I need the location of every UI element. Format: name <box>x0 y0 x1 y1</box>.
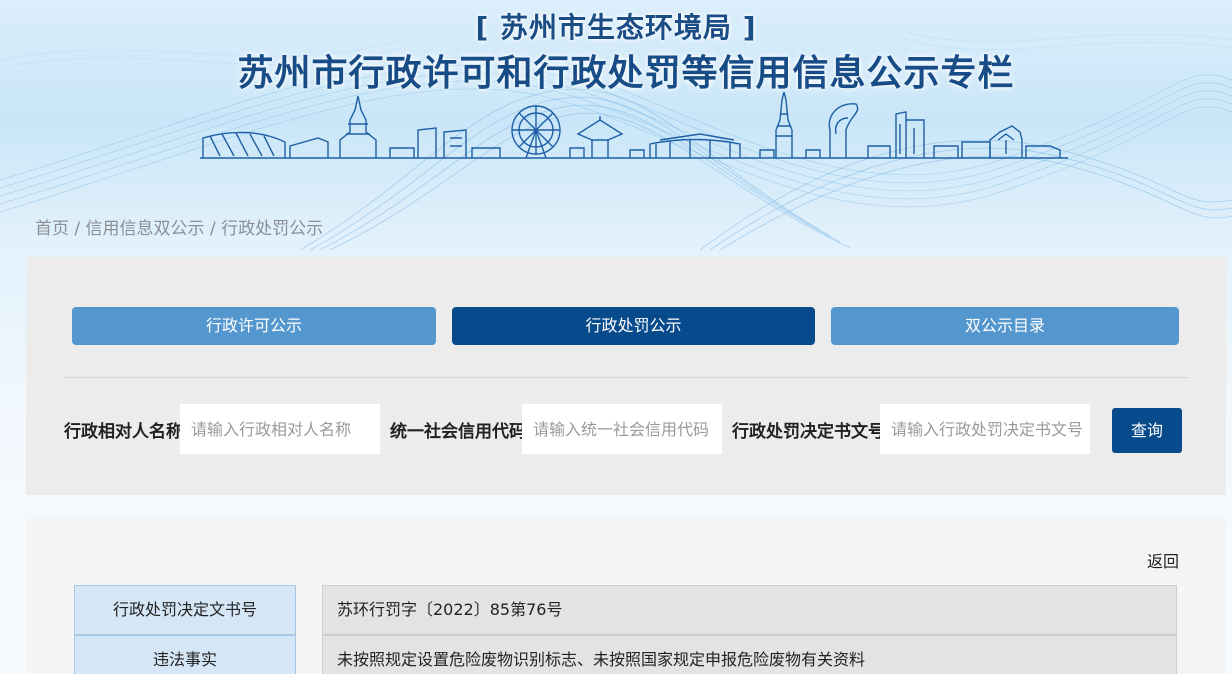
search-panel: 行政许可公示 行政处罚公示 双公示目录 行政相对人名称 统一社会信用代码 行政处… <box>26 257 1226 495</box>
breadcrumb-home[interactable]: 首页 <box>35 219 69 239</box>
tab-admin-license[interactable]: 行政许可公示 <box>72 307 436 345</box>
query-button[interactable]: 查询 <box>1112 408 1182 453</box>
breadcrumb: 首页 / 信用信息双公示 / 行政处罚公示 <box>35 214 323 239</box>
breadcrumb-current: 行政处罚公示 <box>221 219 324 239</box>
page-header: [ 苏州市生态环境局 ] 苏州市行政许可和行政处罚等信用信息公示专栏 <box>0 0 1232 250</box>
tab-admin-penalty[interactable]: 行政处罚公示 <box>452 307 815 345</box>
tab-dual-disclosure-catalog[interactable]: 双公示目录 <box>831 307 1179 345</box>
decision-doc-number-label: 行政处罚决定书文号 <box>732 422 885 442</box>
party-name-label: 行政相对人名称 <box>64 422 183 442</box>
back-link[interactable]: 返回 <box>1147 548 1179 572</box>
detail-panel: 返回 行政处罚决定文书号 苏环行罚字〔2022〕85第76号 违法事实 未按照规… <box>26 517 1226 674</box>
credit-code-label: 统一社会信用代码 <box>390 422 526 442</box>
detail-row-label: 违法事实 <box>74 635 296 674</box>
decision-doc-number-input[interactable] <box>880 404 1090 454</box>
city-skyline-illustration <box>200 91 1068 159</box>
breadcrumb-separator: / <box>69 219 86 239</box>
detail-row-value: 苏环行罚字〔2022〕85第76号 <box>322 585 1177 635</box>
breadcrumb-credit-disclosure[interactable]: 信用信息双公示 <box>86 219 205 239</box>
agency-name: [ 苏州市生态环境局 ] <box>475 11 757 44</box>
detail-row-label: 行政处罚决定文书号 <box>74 585 296 635</box>
page-title: 苏州市行政许可和行政处罚等信用信息公示专栏 <box>237 53 1015 94</box>
credit-code-input[interactable] <box>522 404 722 454</box>
detail-row-value: 未按照规定设置危险废物识别标志、未按照国家规定申报危险废物有关资料 <box>322 635 1177 674</box>
breadcrumb-separator: / <box>204 219 222 239</box>
party-name-input[interactable] <box>180 404 380 454</box>
panel-divider <box>64 377 1188 378</box>
